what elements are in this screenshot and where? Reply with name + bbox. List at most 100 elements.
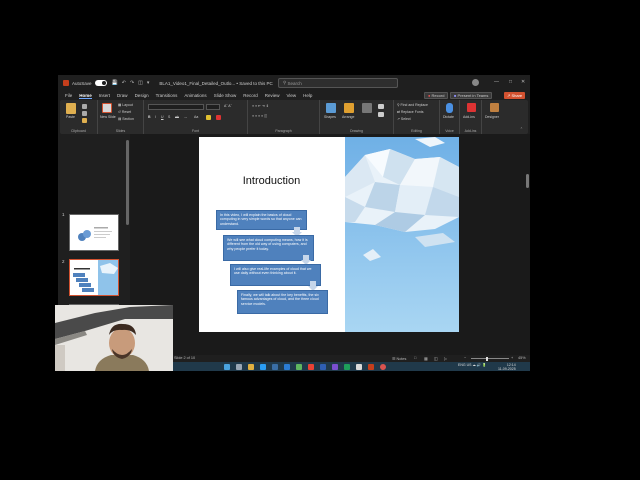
tab-view[interactable]: View (286, 93, 296, 98)
current-slide[interactable]: Introduction In this video, I will expla… (199, 137, 459, 332)
close-icon[interactable]: ✕ (521, 79, 525, 85)
paste-icon[interactable] (66, 103, 76, 114)
document-title[interactable]: BLA1_Video1_Final_Detailed_Outlo... • Sa… (159, 81, 272, 86)
font-color-icon[interactable] (216, 115, 221, 120)
zoom-level[interactable]: 45% (518, 356, 526, 360)
font-size-select[interactable] (206, 104, 220, 110)
arrange-label[interactable]: Arrange (342, 115, 354, 119)
copy-icon[interactable] (82, 111, 87, 116)
zoom-in-icon[interactable]: + (511, 356, 513, 360)
designer-icon[interactable] (490, 103, 499, 112)
section-button[interactable]: ▤ Section (118, 117, 134, 121)
start-slideshow-icon[interactable]: ◫ (138, 80, 143, 86)
vertical-scrollbar[interactable] (526, 174, 529, 188)
tab-review[interactable]: Review (265, 93, 280, 98)
notes-button[interactable]: ☰ Notes (392, 356, 406, 361)
cut-icon[interactable] (82, 104, 87, 109)
tab-design[interactable]: Design (135, 93, 149, 98)
tab-home[interactable]: Home (79, 93, 92, 99)
format-painter-icon[interactable] (82, 118, 87, 123)
chrome-icon[interactable] (308, 363, 314, 370)
slide-sorter-icon[interactable]: ▦ (424, 356, 428, 361)
word-icon[interactable] (320, 363, 326, 370)
designer-label[interactable]: Designer (485, 115, 499, 119)
reset-button[interactable]: ↺ Reset (118, 110, 131, 114)
minimize-icon[interactable]: — (494, 79, 499, 85)
search-input[interactable]: ⚲ Search (278, 78, 398, 88)
record-button[interactable]: ● Record (424, 92, 449, 99)
process-step-4[interactable]: Finally, we will talk about the key bene… (237, 290, 328, 314)
layout-button[interactable]: ▦ Layout (118, 103, 133, 107)
shape-fill-icon[interactable] (378, 104, 384, 109)
microphone-icon[interactable] (446, 103, 453, 113)
thumbnails-scrollbar[interactable] (126, 140, 129, 225)
find-replace-button[interactable]: ⚲ Find and Replace (397, 103, 428, 107)
tab-transitions[interactable]: Transitions (156, 93, 178, 98)
tab-slide-show[interactable]: Slide Show (214, 93, 237, 98)
align-icon[interactable]: ≡ ≡ ≡ ≡ ◫ (252, 114, 267, 118)
taskview-icon[interactable] (236, 363, 242, 370)
slide-title[interactable]: Introduction (199, 175, 344, 187)
maximize-icon[interactable]: □ (509, 79, 512, 85)
input-language[interactable]: ENG (458, 363, 466, 367)
slide-thumbnail-selected[interactable] (69, 259, 119, 296)
collapse-ribbon-icon[interactable]: ⌃ (520, 127, 523, 131)
tab-file[interactable]: File (65, 93, 72, 98)
customize-toolbar-icon[interactable]: ▾ (147, 80, 150, 86)
replace-fonts-button[interactable]: ⇄ Replace Fonts (397, 110, 423, 114)
slide-thumbnail[interactable] (69, 214, 119, 251)
select-button[interactable]: ↗ Select (397, 117, 411, 121)
vscode-icon[interactable] (332, 363, 338, 370)
autosave-toggle[interactable] (94, 80, 107, 86)
reading-view-icon[interactable]: ◫ (434, 356, 438, 361)
powerpoint-taskbar-icon[interactable] (368, 363, 374, 370)
store-icon[interactable] (272, 363, 278, 370)
tab-draw[interactable]: Draw (117, 93, 128, 98)
present-in-teams-button[interactable]: ■ Present in Teams (450, 92, 493, 99)
bold-icon[interactable]: B (148, 115, 151, 119)
new-slide-icon[interactable] (102, 103, 112, 113)
input-region[interactable]: US (467, 363, 472, 367)
character-spacing-icon[interactable]: ↔ (184, 115, 188, 119)
add-ins-icon[interactable] (467, 103, 476, 112)
paste-label[interactable]: Paste (66, 115, 75, 119)
bullets-icon[interactable]: ≡ ≡ ⇤ ⇥ ⇕ (252, 104, 269, 108)
redo-icon[interactable]: ↷ (130, 80, 134, 86)
grow-font-icon[interactable]: Aˆ Aˇ (224, 104, 232, 108)
zoom-out-icon[interactable]: − (464, 356, 466, 360)
file-explorer-icon[interactable] (248, 363, 254, 370)
italic-icon[interactable]: I (155, 115, 156, 119)
strikethrough-icon[interactable]: ab (175, 115, 179, 119)
change-case-icon[interactable]: Aa (194, 115, 198, 119)
shapes-icon[interactable] (326, 103, 336, 113)
shape-outline-icon[interactable] (378, 112, 384, 117)
avatar[interactable] (472, 79, 479, 86)
system-tray[interactable]: ENG US ☁ 🔊 🔋 (458, 363, 487, 367)
tab-record[interactable]: Record (243, 93, 258, 98)
teams-taskbar-icon[interactable] (296, 363, 302, 370)
tab-insert[interactable]: Insert (99, 93, 110, 98)
undo-icon[interactable]: ↶ (122, 80, 126, 86)
shapes-label[interactable]: Shapes (324, 115, 336, 119)
font-family-select[interactable] (148, 104, 204, 110)
tab-animations[interactable]: Animations (184, 93, 206, 98)
arrange-icon[interactable] (344, 103, 354, 113)
slideshow-icon[interactable]: ▷ (444, 356, 447, 361)
save-icon[interactable]: 💾 (112, 80, 118, 86)
clock[interactable]: 12:14 11-09-2025 (498, 363, 516, 371)
share-button[interactable]: ↗ Share (504, 92, 526, 99)
zoom-slider-thumb[interactable] (486, 356, 488, 361)
recorder-icon[interactable] (380, 363, 386, 370)
normal-view-icon[interactable]: □ (414, 356, 416, 360)
edge-icon[interactable] (260, 363, 266, 370)
excel-icon[interactable] (344, 363, 350, 370)
start-icon[interactable] (224, 363, 230, 370)
quick-styles-icon[interactable] (362, 103, 372, 113)
mail-icon[interactable] (284, 363, 290, 370)
new-slide-label[interactable]: New Slide (100, 115, 116, 119)
notepad-icon[interactable] (356, 363, 362, 370)
underline-icon[interactable]: U (161, 115, 164, 119)
highlight-color-icon[interactable] (206, 115, 211, 120)
add-ins-label[interactable]: Add-ins (463, 115, 475, 119)
dictate-label[interactable]: Dictate (443, 115, 454, 119)
